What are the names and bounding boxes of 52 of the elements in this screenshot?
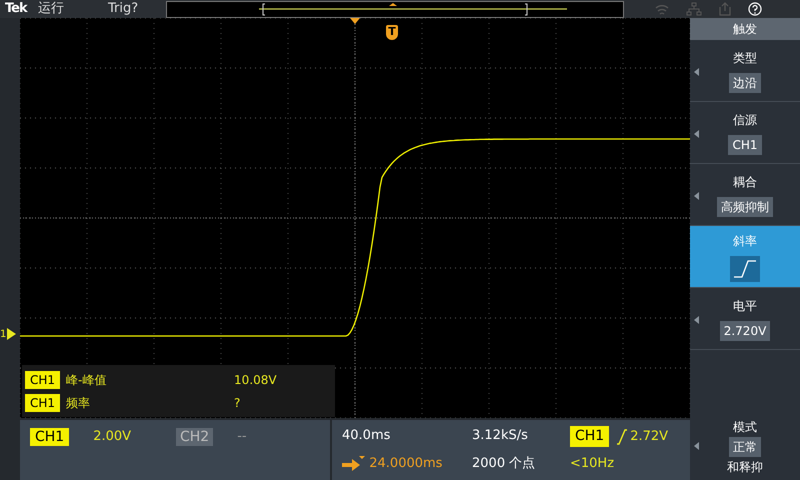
- mode-value: 正常: [729, 437, 761, 457]
- menu-item-label: 斜率: [733, 232, 757, 250]
- export-icon[interactable]: [718, 2, 732, 16]
- measurement-value: ?: [234, 394, 240, 412]
- menu-item-value: 高频抑制: [717, 196, 773, 216]
- caret-icon: [694, 68, 699, 76]
- mode-suffix: 和释抑: [727, 459, 763, 476]
- sample-rate: 3.12kS/s: [472, 427, 529, 445]
- horizontal-scale: 40.0ms: [342, 427, 392, 445]
- run-state: 运行: [38, 0, 65, 18]
- caret-icon: [694, 442, 699, 450]
- menu-item[interactable]: 信源 CH1: [690, 102, 800, 164]
- wifi-icon[interactable]: [654, 2, 670, 16]
- caret-icon: [694, 316, 699, 324]
- menu-item-value: CH1: [728, 134, 762, 154]
- measurement-name: 峰-峰值: [66, 372, 108, 388]
- delay-arrow-icon: [342, 456, 366, 472]
- menu-item-value: 2.720V: [720, 320, 770, 340]
- channel-scale: 2.00V: [93, 428, 132, 446]
- menu-item[interactable]: 类型 边沿: [690, 40, 800, 102]
- menu-title: 触发: [690, 18, 800, 40]
- channel-button[interactable]: CH1: [30, 428, 70, 446]
- horizontal-position: 24.0000ms: [369, 455, 442, 474]
- trigger-status: Trig?: [108, 0, 140, 18]
- measurement-name: 频率: [66, 394, 92, 412]
- record-length: 2000 个点: [472, 454, 536, 473]
- caret-icon: [694, 192, 699, 200]
- menu-item-label: 信源: [733, 112, 757, 128]
- rising-edge-icon: [730, 256, 760, 282]
- mode-label: 模式: [733, 419, 757, 436]
- rising-edge-icon: [616, 428, 628, 445]
- trigger-position-marker: T: [386, 25, 398, 40]
- menu-item[interactable]: 电平 2.720V: [690, 288, 800, 350]
- logo: Tek: [4, 0, 28, 18]
- menu-item[interactable]: 耦合 高频抑制: [690, 164, 800, 226]
- mode-menu-button[interactable]: 模式 正常 和释抑: [690, 416, 800, 480]
- trigger-source: CH1: [570, 426, 610, 448]
- network-icon[interactable]: [686, 2, 702, 16]
- menu-item-label: 耦合: [733, 174, 757, 190]
- measurement-source: CH1: [25, 394, 60, 412]
- measurement-source: CH1: [25, 370, 60, 388]
- menu-item-label: 类型: [733, 50, 757, 66]
- channel-level-arrow-icon: [7, 328, 16, 340]
- measurement-value: 10.08V: [234, 372, 277, 388]
- menu-item-label: 电平: [733, 298, 757, 314]
- caret-icon: [694, 130, 699, 138]
- trigger-frequency: <10Hz: [570, 454, 616, 473]
- channel-number: 1: [0, 328, 6, 342]
- help-icon[interactable]: [748, 2, 762, 16]
- channel-scale: --: [237, 428, 248, 446]
- menu-item-value: 边沿: [729, 72, 761, 92]
- trigger-level: 2.72V: [630, 428, 668, 446]
